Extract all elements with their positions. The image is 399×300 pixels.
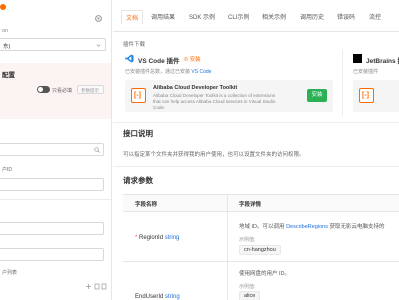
row-separator: [123, 261, 399, 262]
install-link[interactable]: © 安装: [184, 55, 201, 63]
plugin-download-title: 插件下载: [123, 42, 146, 48]
config-title: 配置: [2, 72, 15, 79]
api-explorer: on 东) 配置 只看必填 参数提示 户ID 户列表 文档 调用结果 SDK 示…: [0, 0, 399, 300]
param-input[interactable]: [0, 248, 104, 261]
required-only-label: 只看必填: [52, 88, 73, 94]
api-desc-title: 接口说明: [123, 129, 153, 138]
installed-prefix: 已安装插件总数，通过已安装: [125, 69, 191, 75]
param-hint-label: 参数提示: [81, 87, 99, 93]
list-actions: [86, 283, 107, 290]
param-desc: 地域 ID。可以调用 DescribeRegions 获取无影云电脑支持的: [239, 222, 384, 230]
col-detail-header: 字段详情: [239, 202, 262, 208]
tab-call-history[interactable]: 调用历史: [300, 12, 324, 23]
search-icon: [94, 147, 100, 153]
doc-panel: 文档 调用结果 SDK 示例 CLI示例 相关示例 调用历史 错误码 流控 插件…: [113, 0, 399, 300]
copy-icon[interactable]: [101, 283, 107, 290]
param-name: EndUserId: [135, 294, 164, 300]
enduser-id-label: 户ID: [2, 167, 13, 173]
vscode-plugin-card: VS Code 插件 © 安装 已安装插件总数，通过已安装 VS Code [-…: [121, 50, 343, 116]
divider: [113, 122, 399, 123]
tab-cli-example[interactable]: CLI示例: [228, 12, 249, 23]
tab-flow-control[interactable]: 流控: [369, 12, 381, 23]
param-name: RegionId: [139, 235, 164, 241]
installed-highlight: VS Code: [191, 69, 212, 75]
param-desc-suffix: 获取无影云电脑支持的: [327, 224, 385, 230]
delete-icon[interactable]: [94, 283, 100, 290]
plugin-item: [-]: [353, 80, 399, 112]
jetbrains-logo-icon: [353, 54, 362, 63]
status-dot: [0, 4, 6, 10]
param-type: string: [165, 294, 180, 300]
jetbrains-plugin-name: JetBrains 插件: [366, 58, 399, 65]
tab-bar: 文档 调用结果 SDK 示例 CLI示例 相关示例 调用历史 错误码 流控: [113, 0, 399, 32]
alibaba-cloud-icon: [-]: [131, 88, 146, 103]
example-label: 示例值:: [239, 284, 256, 290]
param-input[interactable]: [0, 222, 104, 235]
example-label: 示例值:: [239, 237, 256, 243]
tab-related-examples[interactable]: 相关示例: [262, 12, 286, 23]
divider: [113, 166, 399, 167]
tab-sdk-example[interactable]: SDK 示例: [189, 12, 215, 23]
col-name-header: 字段名称: [135, 202, 158, 208]
example-value: cn-hangzhou: [239, 245, 281, 255]
vscode-logo-icon: [125, 54, 134, 63]
example-value: alice: [239, 291, 261, 300]
install-button[interactable]: 安装: [307, 89, 327, 102]
gear-icon[interactable]: [94, 14, 103, 23]
product-label: on: [2, 28, 9, 34]
region-select-value: 东): [3, 44, 11, 50]
param-hint-button[interactable]: 参数提示: [77, 85, 104, 94]
param-desc: 使用网盘的用户 ID。: [239, 271, 291, 277]
param-type: string: [164, 235, 180, 241]
user-list-label: 户列表: [2, 270, 18, 276]
required-only-toggle[interactable]: [37, 86, 50, 93]
jetbrains-installed-text: 已安装插件: [353, 69, 379, 75]
vscode-plugin-name: VS Code 插件: [138, 58, 180, 65]
region-select[interactable]: 东): [0, 38, 106, 51]
alibaba-cloud-icon: [-]: [359, 88, 374, 103]
add-icon[interactable]: [86, 284, 91, 289]
tab-docs[interactable]: 文档: [121, 10, 144, 24]
plugin-name: Alibaba Cloud Developer Toolkit: [153, 85, 238, 91]
request-params-title: 请求参数: [123, 176, 153, 185]
api-desc-text: 可以指定某个文件夹并获得我的用户使用，也可以设置文件夹的访问权限。: [123, 152, 305, 158]
vscode-installed-text: 已安装插件总数，通过已安装 VS Code: [125, 68, 211, 75]
table-row: * RegionId string: [135, 235, 179, 241]
plugin-item: [-] Alibaba Cloud Developer Toolkit Alib…: [125, 80, 333, 112]
params-table: 字段名称 字段详情 * RegionId string 地域 ID。可以调用 D…: [123, 194, 399, 300]
tab-error-codes[interactable]: 错误码: [337, 12, 355, 23]
table-row: EndUserId string: [135, 294, 180, 300]
enduser-id-input[interactable]: [0, 178, 104, 191]
param-desc-prefix: 地域 ID。可以调用: [239, 224, 287, 230]
table-header: 字段名称 字段详情: [123, 195, 399, 212]
tab-call-result[interactable]: 调用结果: [151, 12, 175, 23]
divider: [0, 199, 111, 200]
region-input[interactable]: [0, 143, 104, 156]
chevron-down-icon: [96, 44, 101, 47]
plugin-desc: Alibaba Cloud Developer Toolkit is a col…: [153, 93, 276, 110]
params-panel: on 东) 配置 只看必填 参数提示 户ID 户列表: [0, 0, 112, 300]
jetbrains-plugin-card: JetBrains 插件 已安装插件 [-]: [349, 50, 399, 116]
required-marker: *: [135, 235, 138, 241]
describe-regions-link[interactable]: DescribeRegions: [286, 224, 328, 230]
column-separator: [227, 195, 228, 300]
